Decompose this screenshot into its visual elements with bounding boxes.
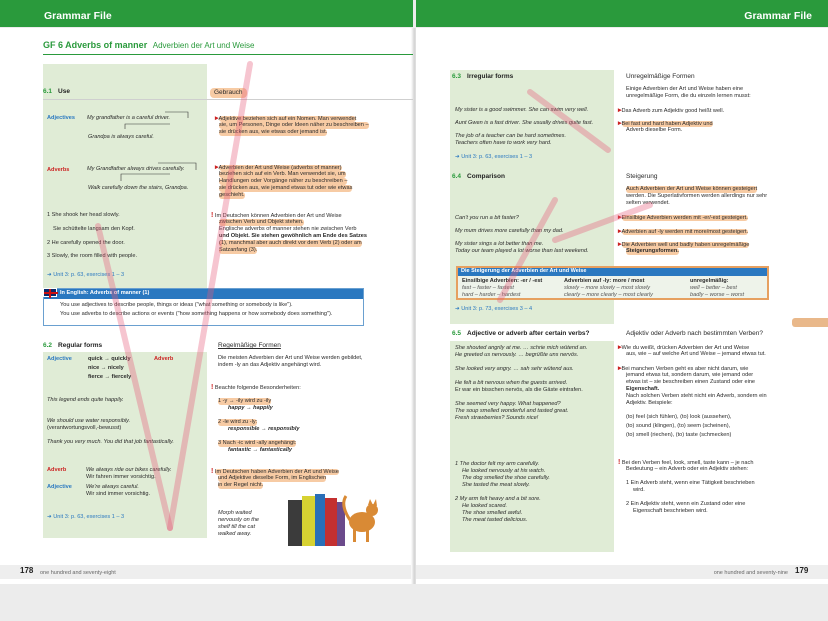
illustration-layer: [95, 61, 653, 546]
cat-illustration: [342, 495, 378, 542]
books-illustration: [288, 494, 345, 546]
scroll-handle[interactable]: [792, 318, 828, 327]
pen-strokes: [95, 61, 653, 531]
textbook-spread: Grammar File Grammar File one hundred an…: [0, 0, 828, 621]
bracket-arrows: [120, 111, 197, 181]
